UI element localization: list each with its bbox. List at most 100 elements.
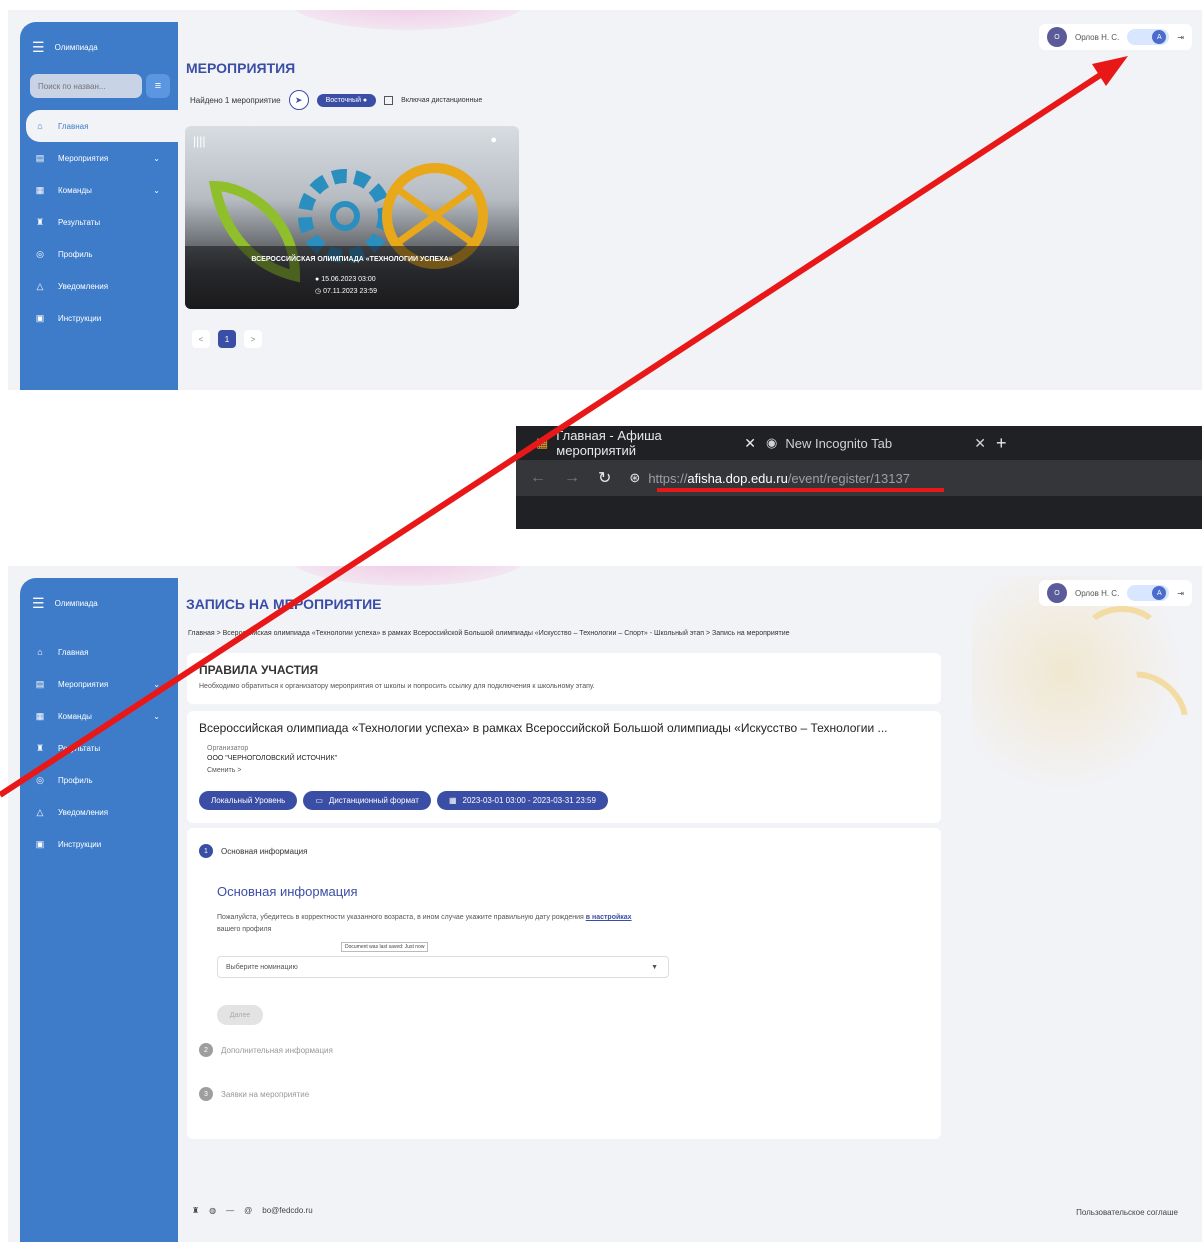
avatar[interactable]: О	[1046, 583, 1067, 603]
step-1[interactable]: 1 Основная информация	[199, 844, 307, 858]
event-card-title: ВСЕРОССИЙСКАЯ ОЛИМПИАДА «ТЕХНОЛОГИИ УСПЕ…	[251, 256, 453, 263]
save-tooltip: Document was last saved: Just now	[341, 942, 429, 952]
reload-icon[interactable]: ↻	[598, 468, 611, 488]
team-icon: ▦	[35, 184, 45, 195]
user-name[interactable]: Орлов Н. С.	[1075, 589, 1119, 598]
profile-icon: ◎	[36, 248, 44, 259]
form-text: Пожалуйста, убедитесь в корректности ука…	[217, 912, 647, 936]
start-date: 15.06.2023 03:00	[321, 276, 376, 283]
tab-main[interactable]: ▦ Главная - Афиша мероприятий ✕	[536, 428, 756, 458]
sidebar-item-label: Уведомления	[58, 281, 109, 291]
menu-icon[interactable]: ☰	[32, 39, 45, 56]
tab-strip: ▦ Главная - Афиша мероприятий ✕ ◉ New In…	[516, 426, 1202, 460]
form-text-part: Пожалуйста, убедитесь в корректности ука…	[217, 914, 586, 921]
sidebar-item-profile[interactable]: ◎ Профиль	[20, 238, 178, 270]
sidebar-item-instructions[interactable]: ▣ Инструкции	[20, 828, 178, 860]
breadcrumb[interactable]: Главная > Всероссийская олимпиада «Техно…	[188, 630, 790, 637]
accessibility-toggle[interactable]: A	[1127, 29, 1170, 45]
registration-form: 1 Основная информация Основная информаци…	[187, 828, 941, 1139]
dates-badge: ▦ 2023-03-01 03:00 - 2023-03-31 23:59	[436, 791, 608, 810]
footer-email[interactable]: bo@fedcdo.ru	[262, 1206, 312, 1215]
pager-prev[interactable]: <	[192, 330, 210, 348]
sidebar-item-label: Команды	[58, 185, 92, 195]
dates-label: 2023-03-01 03:00 - 2023-03-31 23:59	[462, 796, 596, 805]
new-tab-icon[interactable]: +	[996, 433, 1007, 454]
sidebar-item-events[interactable]: ▤ Мероприятия ⌄	[20, 668, 178, 700]
close-icon[interactable]: ✕	[744, 435, 756, 452]
caret-down-icon: ▼	[651, 963, 658, 971]
menu-icon[interactable]: ☰	[32, 595, 45, 612]
sidebar-header: ☰ Олимпиада	[20, 22, 178, 72]
sidebar-item-profile[interactable]: ◎ Профиль	[20, 764, 178, 796]
region-pill[interactable]: Восточный ●	[316, 93, 377, 107]
sidebar-item-label: Мероприятия	[58, 679, 109, 689]
sidebar-item-label: Результаты	[58, 743, 101, 753]
url-host: afisha.dop.edu.ru	[687, 470, 788, 486]
laptop-icon: ▭	[315, 796, 323, 805]
event-badges: Локальный Уровень ▭ Дистанционный формат …	[199, 791, 608, 810]
sidebar-item-notifications[interactable]: △ Уведомления	[20, 270, 178, 302]
user-box: О Орлов Н. С. A ⇥	[1038, 580, 1192, 606]
book-icon: ▣	[35, 838, 45, 849]
sidebar-item-label: Главная	[58, 647, 89, 657]
sidebar-item-results[interactable]: ♜ Результаты	[20, 732, 178, 764]
toggle-knob: A	[1152, 586, 1167, 600]
sidebar-item-home[interactable]: ⌂ Главная	[20, 636, 178, 668]
tab-incognito[interactable]: ◉ New Incognito Tab ✕	[766, 435, 986, 452]
change-organizer-link[interactable]: Сменить >	[207, 767, 241, 774]
sidebar-item-home[interactable]: ⌂ Главная	[26, 110, 178, 142]
format-badge: ▭ Дистанционный формат	[303, 791, 431, 810]
form-title: Основная информация	[217, 884, 358, 899]
events-list-screenshot: ☰ Олимпиада ≡ ⌂ Главная ▤ Мероприятия ⌄ …	[8, 10, 1202, 390]
logout-icon[interactable]: ⇥	[1177, 589, 1184, 598]
step-2[interactable]: 2 Дополнительная информация	[199, 1043, 333, 1057]
page-title: МЕРОПРИЯТИЯ	[186, 60, 296, 76]
url-scheme: https://	[648, 470, 688, 486]
location-icon[interactable]: ➤	[288, 90, 309, 110]
nomination-select[interactable]: Выберите номинацию ▼	[217, 956, 669, 978]
event-card[interactable]: |||| ● ВСЕРОССИЙСКАЯ ОЛИМПИАДА «ТЕХНОЛОГ…	[185, 126, 519, 309]
pager-next[interactable]: >	[244, 330, 262, 348]
rules-text: Необходимо обратиться к организатору мер…	[199, 683, 595, 690]
trophy-icon[interactable]: ♜	[192, 1206, 199, 1215]
sidebar: ☰ Олимпиада ≡ ⌂ Главная ▤ Мероприятия ⌄ …	[20, 22, 178, 390]
region-label: Восточный	[325, 96, 361, 104]
page-title: ЗАПИСЬ НА МЕРОПРИЯТИЕ	[186, 596, 382, 612]
remote-checkbox[interactable]	[384, 95, 394, 105]
sidebar-item-notifications[interactable]: △ Уведомления	[20, 796, 178, 828]
next-button[interactable]: Далее	[217, 1005, 263, 1025]
globe-icon[interactable]: ◍	[209, 1206, 216, 1215]
event-card-start: ● 15.06.2023 03:00	[315, 276, 376, 283]
select-placeholder: Выберите номинацию	[226, 963, 298, 971]
sidebar-item-results[interactable]: ♜ Результаты	[20, 206, 178, 238]
address-bar[interactable]: ⊛ https://afisha.dop.edu.ru/event/regist…	[629, 470, 910, 486]
user-agreement-link[interactable]: Пользовательское соглаше	[1076, 1208, 1178, 1217]
close-icon[interactable]: ✕	[974, 435, 986, 452]
url-text: https://afisha.dop.edu.ru/event/register…	[648, 471, 910, 486]
forward-icon[interactable]: →	[564, 469, 580, 487]
barcode-icon: ||||	[193, 134, 206, 148]
avatar[interactable]: О	[1046, 27, 1067, 47]
site-info-icon[interactable]: ⊛	[629, 470, 640, 486]
profile-icon: ◎	[36, 774, 44, 785]
user-name[interactable]: Орлов Н. С.	[1075, 33, 1119, 42]
sidebar-title: Олимпиада	[54, 42, 98, 52]
footer: ♜ ◍ — @ bo@fedcdo.ru	[192, 1206, 313, 1215]
sidebar-item-teams[interactable]: ▦ Команды ⌄	[20, 700, 178, 732]
filter-list-button[interactable]: ≡	[146, 74, 170, 98]
settings-link[interactable]: в настройках	[586, 914, 632, 921]
logout-icon[interactable]: ⇥	[1177, 33, 1184, 42]
incognito-icon: ◉	[766, 435, 778, 450]
sidebar-item-teams[interactable]: ▦ Команды ⌄	[20, 174, 178, 206]
back-icon[interactable]: ←	[530, 469, 546, 487]
search-input[interactable]	[30, 74, 142, 98]
pager-page[interactable]: 1	[218, 330, 236, 348]
registration-screenshot: ☰ Олимпиада ⌂ Главная ▤ Мероприятия ⌄ ▦ …	[8, 566, 1202, 1242]
sidebar-item-instructions[interactable]: ▣ Инструкции	[20, 302, 178, 334]
event-title: Всероссийская олимпиада «Технологии успе…	[199, 721, 888, 735]
step-label: Основная информация	[221, 846, 308, 856]
step-3[interactable]: 3 Заявки на мероприятие	[199, 1087, 309, 1101]
sidebar-item-events[interactable]: ▤ Мероприятия ⌄	[20, 142, 178, 174]
accessibility-toggle[interactable]: A	[1127, 585, 1170, 601]
toggle-knob: A	[1152, 30, 1167, 44]
